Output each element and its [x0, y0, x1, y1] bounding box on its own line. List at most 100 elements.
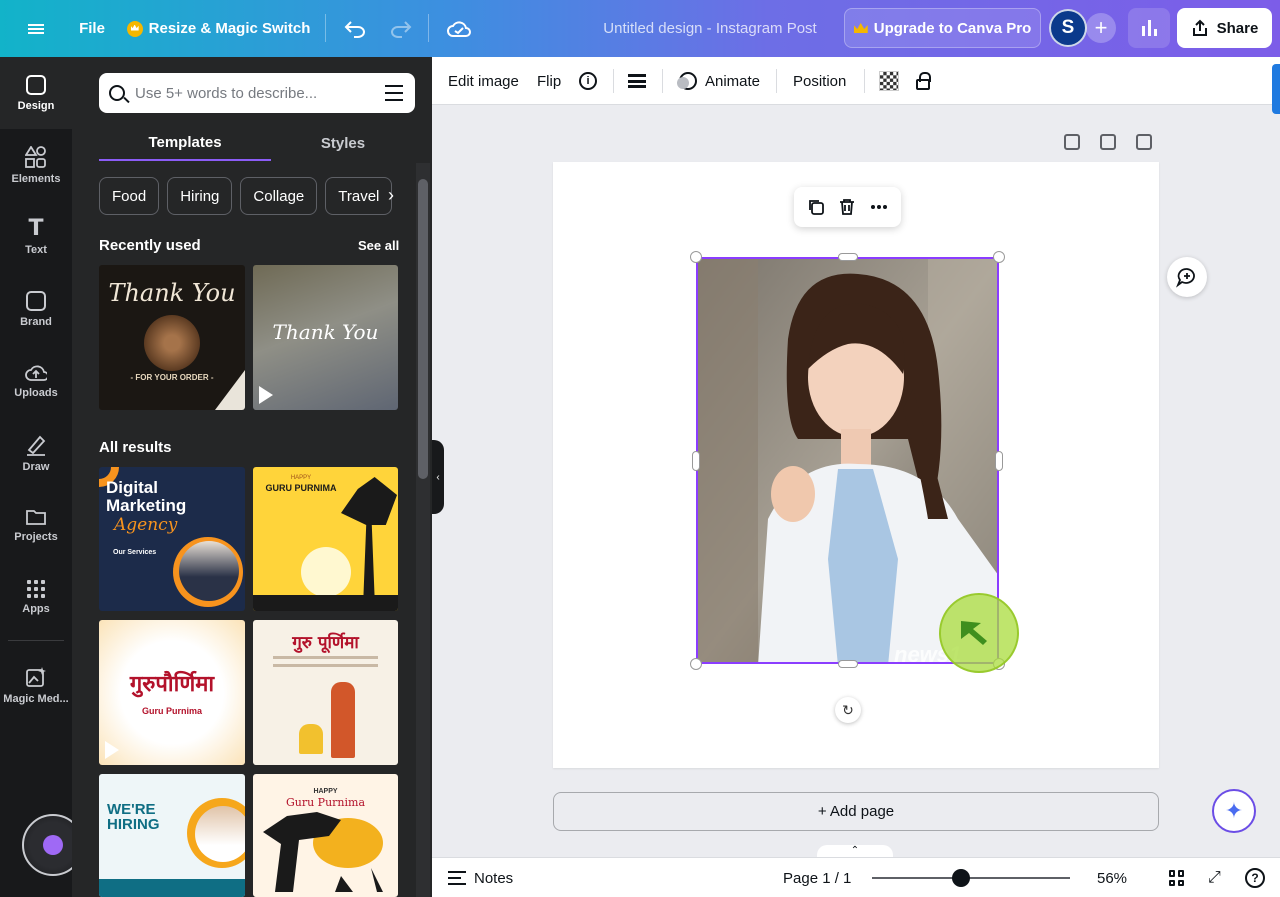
chip-food[interactable]: Food — [99, 177, 160, 215]
redo-icon — [391, 20, 412, 38]
resize-handle[interactable] — [690, 251, 702, 263]
template-thumb[interactable]: गुरु पूर्णिमा — [253, 620, 398, 765]
rotate-handle[interactable]: ↻ — [835, 697, 861, 723]
template-thumb[interactable]: HAPPY Guru Purnima — [253, 774, 398, 897]
grid-view-button[interactable] — [1169, 870, 1185, 886]
lock-icon — [1064, 134, 1080, 150]
tab-styles[interactable]: Styles — [271, 125, 415, 161]
resize-handle[interactable] — [995, 451, 1003, 471]
border-style-icon — [628, 74, 646, 88]
play-icon — [259, 386, 273, 404]
show-pages-toggle[interactable]: ⌃ — [817, 845, 893, 857]
add-collaborator-button[interactable]: + — [1086, 13, 1116, 43]
template-thumb[interactable]: Thank You — [253, 265, 398, 410]
duplicate-page-button[interactable] — [1100, 134, 1120, 154]
add-page-button[interactable]: + Add page — [553, 792, 1159, 831]
transparency-icon — [879, 71, 899, 91]
add-comment-button[interactable] — [1167, 257, 1207, 297]
panel-scrollbar[interactable] — [416, 163, 430, 897]
brand-icon — [26, 290, 46, 311]
duplicate-button[interactable] — [807, 198, 825, 216]
fullscreen-button[interactable]: ⤢ — [1208, 870, 1224, 886]
delete-button[interactable] — [838, 198, 856, 216]
search-input[interactable] — [135, 84, 375, 102]
scroll-thumb[interactable] — [418, 179, 428, 479]
filter-icon[interactable] — [385, 85, 403, 101]
draw-icon — [27, 435, 46, 456]
nav-item-text[interactable]: T Text — [0, 201, 72, 273]
trash-icon — [840, 199, 855, 215]
footer-band — [99, 879, 245, 897]
nav-item-uploads[interactable]: Uploads — [0, 345, 72, 417]
magic-assistant-button[interactable]: ✦ — [1212, 789, 1256, 833]
chip-travel[interactable]: Travel — [325, 177, 393, 215]
nav-item-elements[interactable]: Elements — [0, 129, 72, 201]
insights-button[interactable] — [1128, 8, 1170, 48]
thumb-title: WE'RE HIRING — [107, 801, 160, 833]
plus-icon: + — [1094, 15, 1108, 40]
share-button[interactable]: Share — [1177, 8, 1272, 48]
apps-icon — [27, 579, 45, 598]
avatar[interactable]: S — [1049, 9, 1087, 47]
nav-label: Projects — [14, 530, 58, 543]
add-page-icon-button[interactable] — [1136, 134, 1156, 154]
chip-hiring[interactable]: Hiring — [167, 177, 233, 215]
template-thumb[interactable]: WE'RE HIRING — [99, 774, 245, 897]
resize-handle[interactable] — [993, 251, 1005, 263]
element-quick-actions — [794, 187, 901, 227]
flip-button[interactable]: Flip — [537, 57, 561, 105]
nav-label: Design — [17, 99, 55, 112]
template-thumb[interactable]: HAPPY GURU PURNIMA — [253, 467, 398, 611]
template-thumb[interactable]: गुरुपौर्णिमा Guru Purnima — [99, 620, 245, 765]
page-indicator[interactable]: Page 1 / 1 — [783, 858, 851, 897]
template-search[interactable] — [99, 73, 415, 113]
thumb-title: गुरु पूर्णिमा — [292, 633, 359, 653]
more-options-button[interactable] — [870, 198, 888, 216]
help-button[interactable]: ? — [1245, 868, 1265, 888]
zoom-slider[interactable] — [872, 877, 1070, 879]
uploads-icon — [25, 365, 47, 381]
template-thumb[interactable]: Digital Marketing Agency Our Services — [99, 467, 245, 611]
chevron-right-icon[interactable]: › — [388, 185, 394, 206]
resize-handle[interactable] — [838, 660, 858, 668]
see-all-link[interactable]: See all — [358, 238, 399, 253]
nav-item-magic-media[interactable]: Magic Med... — [0, 649, 72, 721]
tab-templates[interactable]: Templates — [99, 125, 271, 161]
redo-button[interactable] — [386, 0, 416, 57]
document-title[interactable]: Untitled design - Instagram Post — [560, 0, 860, 57]
nav-item-apps[interactable]: Apps — [0, 561, 72, 633]
border-style-button[interactable] — [628, 57, 646, 105]
lock-button[interactable] — [916, 57, 931, 105]
panel-tabs: Templates Styles — [99, 125, 415, 161]
cursor-highlight — [939, 593, 1019, 673]
resize-handle[interactable] — [838, 253, 858, 261]
nav-item-design[interactable]: Design — [0, 57, 72, 129]
transparency-button[interactable] — [879, 57, 899, 105]
resize-handle[interactable] — [690, 658, 702, 670]
nav-item-projects[interactable]: Projects — [0, 489, 72, 561]
info-button[interactable]: i — [579, 57, 597, 105]
position-button[interactable]: Position — [793, 57, 846, 105]
upgrade-button[interactable]: Upgrade to Canva Pro — [844, 8, 1041, 48]
template-thumb[interactable]: Thank You - FOR YOUR ORDER - — [99, 265, 245, 410]
lock-page-button[interactable] — [1064, 134, 1084, 154]
edit-image-button[interactable]: Edit image — [448, 57, 519, 105]
file-menu-button[interactable]: File — [72, 0, 112, 57]
chip-collage[interactable]: Collage — [240, 177, 318, 215]
zoom-slider-knob[interactable] — [952, 869, 971, 887]
main-menu-button[interactable] — [16, 0, 56, 57]
nav-item-draw[interactable]: Draw — [0, 417, 72, 489]
folder-icon — [26, 509, 46, 525]
undo-button[interactable] — [340, 0, 370, 57]
resize-magic-switch-button[interactable]: Resize & Magic Switch — [126, 0, 311, 57]
nav-item-brand[interactable]: Brand — [0, 273, 72, 345]
monk-figure — [331, 682, 355, 758]
thumb-title: GURU PURNIMA — [265, 483, 337, 493]
zoom-value[interactable]: 56% — [1097, 858, 1127, 897]
notes-button[interactable]: Notes — [448, 858, 513, 897]
save-status-button[interactable] — [444, 0, 474, 57]
resize-handle[interactable] — [692, 451, 700, 471]
animate-button[interactable]: Animate — [677, 57, 760, 105]
hamburger-icon — [28, 22, 44, 36]
collapse-panel-button[interactable]: ‹ — [432, 440, 444, 514]
